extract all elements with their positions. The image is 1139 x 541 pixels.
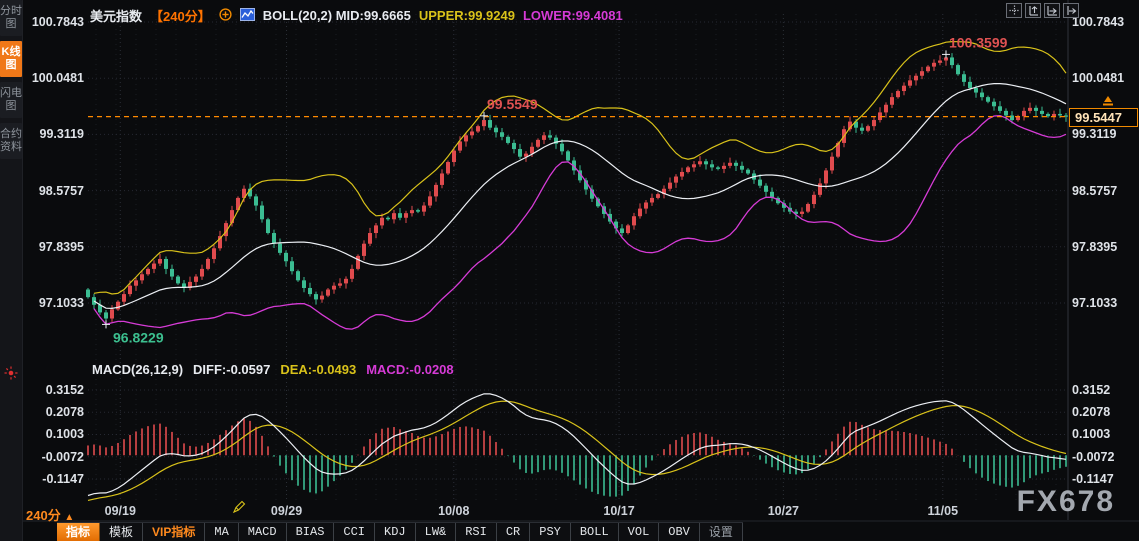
price-annotations: 99.5549 100.3599 96.8229 — [102, 34, 1008, 345]
toolbar-item-LW&[interactable]: LW& — [415, 523, 457, 541]
extreme-price-annotation: 99.5549 — [487, 96, 538, 112]
toolbar-item-BOLL[interactable]: BOLL — [570, 523, 619, 541]
toolbar-item-MA[interactable]: MA — [205, 523, 239, 541]
toolbar-item-MACD[interactable]: MACD — [238, 523, 287, 541]
macd-lines — [87, 393, 1067, 501]
macd-axis-label-left: -0.1147 — [42, 472, 84, 486]
pencil-icon[interactable] — [232, 500, 246, 519]
toolbar-item-CR[interactable]: CR — [496, 523, 531, 541]
price-axis-label-right: 97.8395 — [1072, 239, 1118, 254]
macd-axis-label-right: -0.0072 — [1072, 449, 1115, 464]
chart-header: 美元指数 【240分】 BOLL(20,2) MID:99.6665 UPPER… — [90, 6, 623, 25]
period-label[interactable]: 【240分】 — [150, 6, 211, 25]
price-axis-label-left: 99.3119 — [39, 127, 85, 142]
x-axis-date-label: 10/17 — [603, 504, 635, 518]
macd-axis-label-right: -0.1147 — [1072, 472, 1114, 486]
price-axis-label-right: 100.7843 — [1072, 15, 1125, 29]
price-axis-label-left: 98.5757 — [38, 183, 84, 198]
sidebar-tab-active[interactable]: K线图 — [0, 41, 22, 77]
x-axis-date-label: 09/29 — [270, 504, 303, 518]
x-axis-scale-icon[interactable] — [1044, 3, 1060, 18]
macd-axis-label-right: 0.3152 — [1072, 383, 1111, 397]
main-chart-canvas[interactable]: 99.5549 100.3599 96.8229 — [0, 0, 1139, 541]
toolbar-item-KDJ[interactable]: KDJ — [375, 523, 416, 541]
current-price-box[interactable]: 99.5447 — [1069, 108, 1138, 127]
x-axis-date-label: 11/05 — [927, 504, 959, 518]
boll-upper-label: UPPER:99.9249 — [418, 8, 515, 23]
toolbar-item-PSY[interactable]: PSY — [530, 523, 571, 541]
toolbar-item-BIAS[interactable]: BIAS — [286, 523, 335, 541]
toolbar-item-RSI[interactable]: RSI — [456, 523, 497, 541]
price-axis-label-left: 97.8395 — [38, 239, 84, 254]
candlestick-series — [86, 53, 1068, 325]
indicator-toolbar: 指标 模板 VIP指标 MA MACD BIAS CCI KDJ LW& RSI CR PSY BOLL… — [57, 522, 743, 541]
toolbar-item-CCI[interactable]: CCI — [334, 523, 376, 541]
alert-icon[interactable] — [4, 366, 18, 385]
chart-tool-buttons — [1006, 3, 1079, 18]
macd-name-label: MACD(26,12,9) — [92, 362, 184, 377]
chart-application-window: 99.5549 100.3599 96.8229 分时图 K线图闪电图合约资料 美元指… — [0, 0, 1139, 541]
sidebar: 分时图 K线图闪电图合约资料 — [0, 0, 23, 541]
price-axis-label-right: 99.3119 — [1072, 127, 1117, 142]
price-axis-label-right: 98.5757 — [1072, 183, 1118, 198]
extreme-price-annotation: 100.3599 — [949, 34, 1008, 50]
toolbar-item-VOL[interactable]: VOL — [618, 523, 660, 541]
toolbar-item-指标[interactable]: 指标 — [57, 523, 101, 541]
macd-header: MACD(26,12,9) DIFF:-0.0597 DEA:-0.0493 M… — [92, 362, 454, 377]
symbol-name: 美元指数 — [90, 9, 143, 24]
macd-axis-label-right: 0.2078 — [1072, 405, 1111, 420]
macd-value-label: MACD:-0.0208 — [366, 362, 454, 377]
crosshair-tool-icon[interactable] — [1006, 3, 1022, 18]
macd-axis-label-left: -0.0072 — [41, 449, 84, 464]
add-indicator-icon[interactable] — [219, 7, 232, 24]
sidebar-tab-item[interactable]: 合约资料 — [0, 123, 22, 159]
x-axis-date-label: 10/27 — [767, 504, 799, 518]
price-axis-label-left: 100.0481 — [31, 71, 84, 86]
sidebar-tab-item[interactable]: 分时图 — [0, 0, 22, 36]
price-axis-label-right: 100.0481 — [1072, 71, 1125, 86]
x-axis-date-label: 10/08 — [438, 504, 470, 518]
chart-icon[interactable] — [239, 7, 255, 24]
toolbar-item-OBV[interactable]: OBV — [659, 523, 700, 541]
bollinger-bands — [93, 40, 1067, 330]
price-axis-label-left: 97.1033 — [38, 296, 84, 310]
toolbar-item-设置[interactable]: 设置 — [699, 523, 743, 541]
pan-right-icon[interactable] — [1063, 3, 1079, 18]
toolbar-item-VIP指标[interactable]: VIP指标 — [143, 523, 206, 541]
boll-name-label: BOLL(20,2) MID:99.6665 — [262, 8, 411, 23]
y-axis-scale-icon[interactable] — [1025, 3, 1041, 18]
toolbar-item-模板[interactable]: 模板 — [100, 523, 144, 541]
macd-axis-label-left: 0.2078 — [45, 405, 84, 420]
macd-axis-label-left: 0.1003 — [45, 427, 84, 442]
macd-histogram — [87, 418, 1067, 497]
sidebar-tab-item[interactable]: 闪电图 — [0, 82, 22, 118]
macd-axis-label-left: 0.3152 — [45, 383, 84, 397]
extreme-price-annotation: 96.8229 — [113, 329, 164, 345]
macd-dea-label: DEA:-0.0493 — [280, 362, 357, 377]
boll-lower-label: LOWER:99.4081 — [522, 8, 623, 23]
price-axis-label-right: 97.1033 — [1072, 296, 1118, 310]
macd-axis-label-right: 0.1003 — [1072, 427, 1111, 442]
price-axis-label-left: 100.7843 — [31, 15, 84, 29]
macd-diff-label: DIFF:-0.0597 — [193, 362, 271, 377]
watermark: FX678 — [1016, 485, 1115, 518]
x-axis-date-label: 09/19 — [104, 504, 136, 518]
sidebar-tabs: 分时图 K线图闪电图合约资料 — [0, 0, 22, 159]
